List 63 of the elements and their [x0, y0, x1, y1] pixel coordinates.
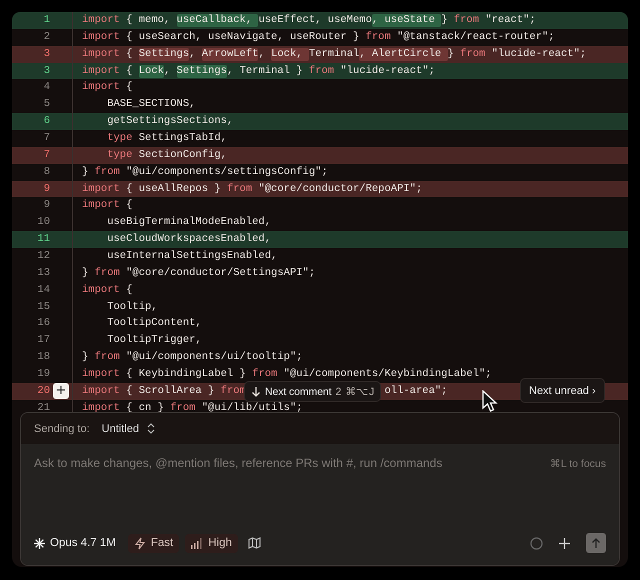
- line-number: 4: [42, 81, 50, 94]
- line-number: 17: [36, 334, 50, 348]
- line-number: 12: [36, 250, 50, 263]
- line-number: 11: [36, 233, 50, 246]
- line-number: 15: [36, 300, 50, 314]
- code-line: TooltipTrigger,: [72, 332, 202, 350]
- line-number: 19: [36, 368, 50, 381]
- code-line: } from "@core/conductor/SettingsAPI";: [72, 264, 316, 282]
- send-button[interactable]: [586, 533, 606, 553]
- model-selector[interactable]: Opus 4.7 1M: [34, 537, 122, 549]
- line-number: 3: [42, 48, 50, 61]
- next-unread-button[interactable]: Next unread ›: [520, 378, 605, 403]
- next-comment-tooltip[interactable]: Next comment 2 ⌘⌥J: [244, 381, 382, 402]
- line-number: 3: [42, 64, 50, 78]
- line-number: 18: [36, 351, 50, 364]
- code-line: Tooltip,: [72, 298, 158, 316]
- line-number: 13: [36, 266, 50, 280]
- map-icon[interactable]: [248, 537, 261, 549]
- code-line: import { memo, useCallback, useEffect, useMemo, useState } from "react";: [72, 12, 536, 29]
- prompt-input[interactable]: Ask to make changes, @mention files, reference PRs with #, run /commands: [34, 454, 540, 472]
- updown-icon: [146, 423, 155, 434]
- line-number: 21: [36, 402, 50, 412]
- line-number: 14: [36, 284, 50, 297]
- line-number: 8: [42, 166, 50, 179]
- target-dropdown[interactable]: Untitled: [102, 422, 155, 434]
- code-line: import { useAllRepos } from "@core/conductor/RepoAPI";: [72, 180, 422, 198]
- code-line: } from "@ui/components/ui/tooltip";: [72, 349, 303, 366]
- sparkle-icon: [34, 538, 45, 548]
- lightning-icon: [134, 536, 146, 550]
- up-arrow-icon: [591, 538, 601, 548]
- line-number: 20: [36, 384, 50, 398]
- line-number: 10: [36, 216, 50, 230]
- code-line: import { Settings, ArrowLeft, Lock, Terminal, AlertCircle } from "lucide-react";: [72, 46, 586, 63]
- signal-bars-icon: [191, 538, 204, 548]
- add-comment-button[interactable]: +: [53, 383, 69, 400]
- tooltip-label: Next comment: [265, 386, 332, 398]
- code-line: type SectionConfig,: [72, 146, 227, 164]
- line-number: 9: [42, 182, 50, 196]
- shortcut-hint: ⌘⌥J: [345, 385, 374, 398]
- line-number: 2: [42, 30, 50, 44]
- line-number: 16: [36, 317, 50, 330]
- code-line: import {: [72, 79, 132, 96]
- code-line: import {: [72, 197, 132, 214]
- down-arrow-icon: [251, 386, 261, 397]
- effort-chip[interactable]: High: [185, 534, 238, 552]
- code-line: TooltipContent,: [72, 315, 202, 332]
- code-line: getSettingsSections,: [72, 113, 234, 130]
- plus-icon[interactable]: [559, 538, 570, 548]
- sending-to-label: Sending to:: [34, 422, 90, 434]
- line-number: 7: [42, 132, 50, 145]
- circle-icon[interactable]: [530, 536, 543, 550]
- code-line: useInternalSettingsEnabled,: [72, 248, 278, 265]
- focus-hint: ⌘L to focus: [550, 456, 606, 470]
- line-number: 9: [42, 199, 50, 212]
- code-line: useCloudWorkspacesEnabled,: [72, 231, 272, 248]
- line-number: 5: [42, 98, 50, 112]
- line-number: 7: [42, 148, 50, 162]
- line-number: 6: [42, 115, 50, 128]
- code-line: import {: [72, 282, 132, 299]
- comment-count: 2: [336, 386, 342, 398]
- code-line: import { Lock, Settings, Terminal } from "lucide-react";: [72, 62, 435, 80]
- line-number: 1: [42, 14, 50, 27]
- speed-chip[interactable]: Fast: [128, 534, 180, 552]
